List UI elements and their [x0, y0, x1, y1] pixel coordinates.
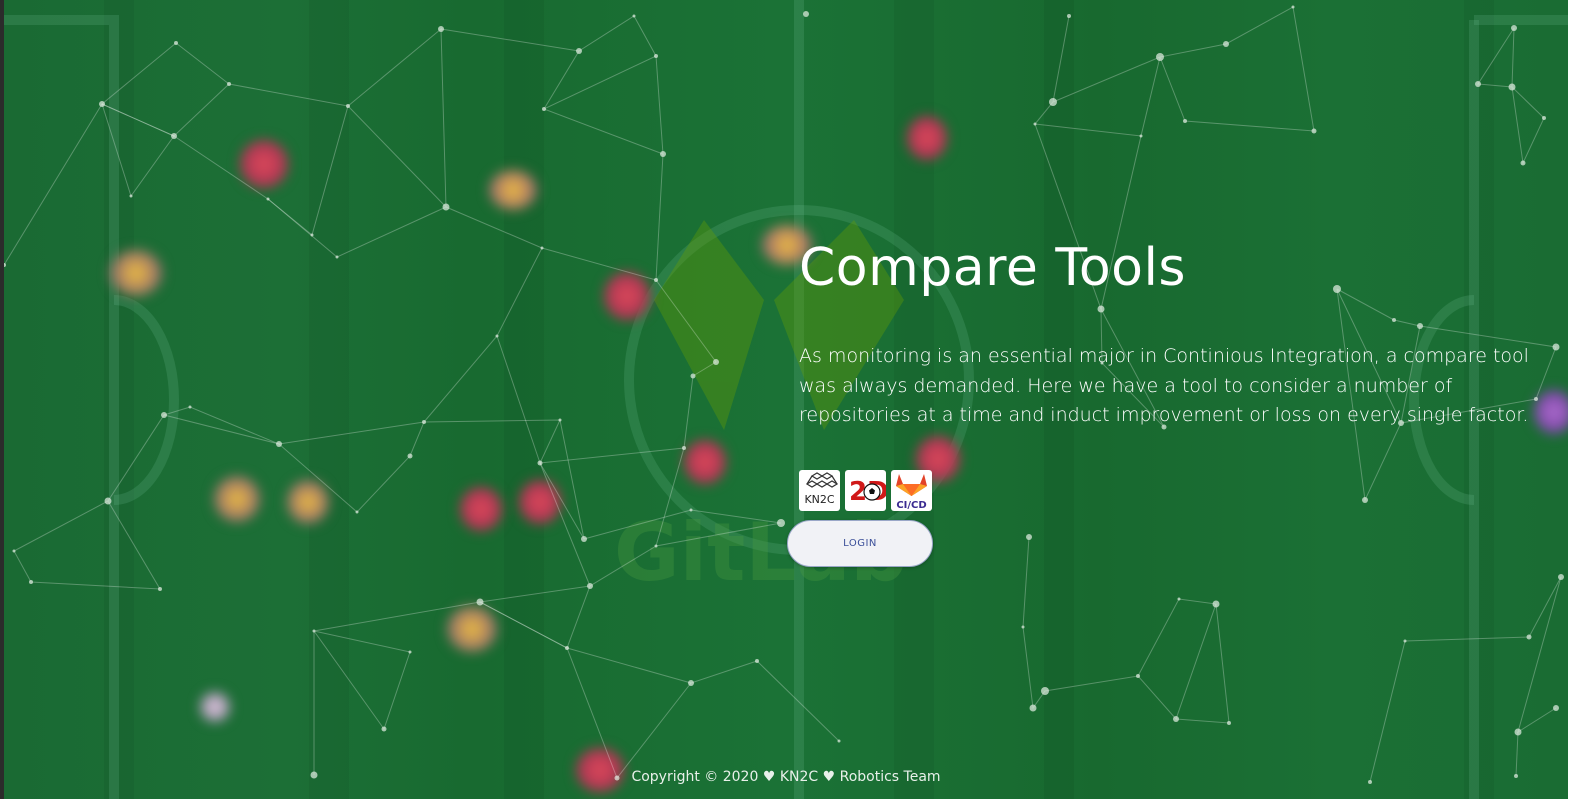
- robocup-2d-logo: 2D: [845, 470, 886, 511]
- window-right-margin: [1568, 0, 1593, 812]
- svg-text:KN2C: KN2C: [804, 493, 834, 506]
- logo-row: KN2C 2D CI/CD: [799, 470, 932, 511]
- svg-text:CI/CD: CI/CD: [896, 500, 926, 511]
- window-bottom-margin: [0, 799, 1568, 812]
- hero-description: As monitoring is an essential major in C…: [799, 345, 1529, 426]
- kn2c-logo: KN2C: [799, 470, 840, 511]
- footer-copyright: Copyright © 2020 ♥ KN2C ♥ Robotics Team: [631, 769, 941, 785]
- page-title: Compare Tools: [799, 238, 1187, 298]
- landing-page: GitLab Compare Tools As monitoring is an…: [4, 0, 1568, 799]
- login-button[interactable]: LOGIN: [787, 520, 933, 567]
- gitlab-cicd-logo: CI/CD: [891, 470, 932, 511]
